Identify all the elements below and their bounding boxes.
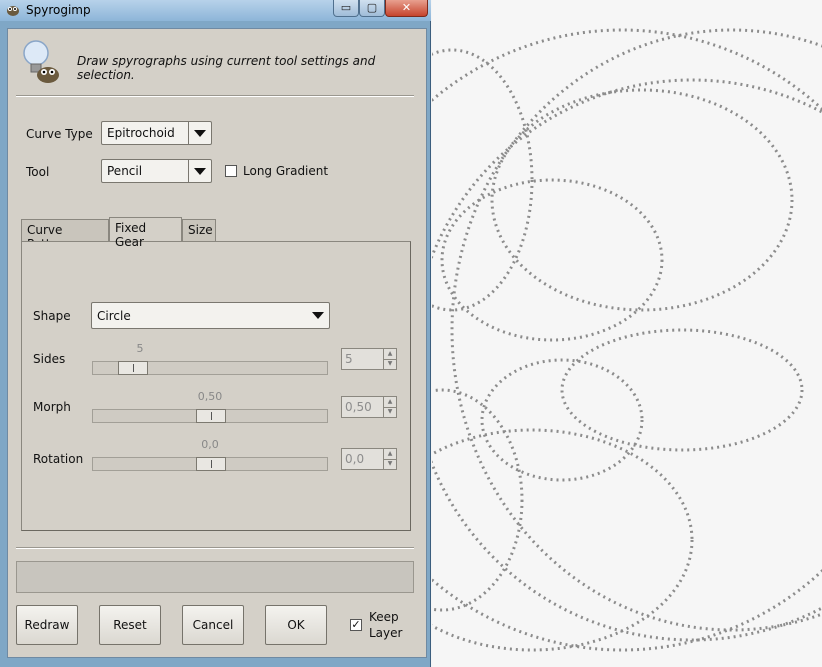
curve-type-dropdown[interactable]: Epitrochoid <box>101 121 212 145</box>
cancel-button[interactable]: Cancel <box>182 605 244 645</box>
keep-layer-label: Keep Layer <box>369 610 403 640</box>
spiro-loop <box>560 328 804 452</box>
spiro-loop <box>432 28 822 652</box>
long-gradient-label: Long Gradient <box>243 164 329 178</box>
sides-label: Sides <box>33 352 66 366</box>
image-canvas[interactable] <box>432 0 822 667</box>
close-button[interactable]: ✕ <box>385 0 428 17</box>
rotation-slider-value: 0,0 <box>201 438 219 451</box>
shape-value: Circle <box>97 309 131 323</box>
dropdown-arrow-icon <box>307 303 329 328</box>
spin-down-icon[interactable]: ▼ <box>383 407 396 417</box>
maximize-button[interactable]: ▢ <box>359 0 385 17</box>
rotation-slider[interactable] <box>92 457 328 471</box>
tool-dropdown[interactable]: Pencil <box>101 159 212 183</box>
spiro-loop <box>490 88 794 312</box>
sides-spinbox[interactable]: 5 ▲ ▼ <box>341 348 397 370</box>
long-gradient-checkbox[interactable] <box>225 165 237 177</box>
rotation-slider-thumb[interactable] <box>196 457 226 471</box>
shape-label: Shape <box>33 309 71 323</box>
sides-spin-value: 5 <box>345 352 353 366</box>
sides-slider[interactable] <box>92 361 328 375</box>
rotation-spinbox[interactable]: 0,0 ▲ ▼ <box>341 448 397 470</box>
window-title: Spyrogimp <box>26 3 91 17</box>
rotation-label: Rotation <box>33 452 84 466</box>
ok-button[interactable]: OK <box>265 605 327 645</box>
plugin-lightbulb-icon <box>23 40 59 83</box>
sides-slider-value: 5 <box>136 342 144 355</box>
maximize-icon: ▢ <box>366 1 378 14</box>
progress-bar <box>16 561 414 593</box>
keep-layer-checkbox[interactable]: ✓ <box>350 619 362 631</box>
fixed-gear-panel: Shape Circle Sides 5 5 ▲ ▼ Morph 0,50 0,… <box>21 241 411 531</box>
dialog-description: Draw spyrographs using current tool sett… <box>77 54 376 82</box>
minimize-icon: ▭ <box>340 1 352 14</box>
tab-label: Fixed Gear <box>115 221 147 249</box>
close-icon: ✕ <box>401 1 412 14</box>
minimize-button[interactable]: ▭ <box>333 0 359 17</box>
sides-slider-thumb[interactable] <box>118 361 148 375</box>
spirograph-drawing <box>432 28 822 652</box>
morph-spin-value: 0,50 <box>345 400 372 414</box>
spyrogimp-dialog: Spyrogimp ▭ ▢ ✕ Draw spyrographs using c… <box>0 0 431 667</box>
spiro-loop <box>432 78 822 642</box>
tab-size[interactable]: Size <box>182 219 216 241</box>
shape-dropdown[interactable]: Circle <box>91 302 330 329</box>
spiro-loop <box>432 388 524 612</box>
spin-down-icon[interactable]: ▼ <box>383 359 396 369</box>
curve-type-value: Epitrochoid <box>107 126 175 140</box>
morph-slider-value: 0,50 <box>197 390 223 403</box>
title-bar[interactable]: Spyrogimp ▭ ▢ ✕ <box>0 0 431 21</box>
footer-separator <box>16 547 414 549</box>
tab-label: Size <box>188 223 213 237</box>
spiro-loop <box>440 178 664 342</box>
morph-slider-thumb[interactable] <box>196 409 226 423</box>
curve-type-label: Curve Type <box>26 127 93 141</box>
dropdown-arrow-icon <box>188 122 211 144</box>
spiro-loop <box>480 358 644 482</box>
tab-bar: Curve Pattern Fixed Gear Size <box>21 217 411 251</box>
tab-fixed-gear[interactable]: Fixed Gear <box>109 217 182 249</box>
tab-curve-pattern[interactable]: Curve Pattern <box>21 219 109 251</box>
reset-button[interactable]: Reset <box>99 605 161 645</box>
gimp-icon <box>7 6 19 16</box>
header-separator <box>16 95 414 97</box>
morph-label: Morph <box>33 400 71 414</box>
tool-value: Pencil <box>107 164 143 178</box>
redraw-button[interactable]: Redraw <box>16 605 78 645</box>
dialog-client-area: Draw spyrographs using current tool sett… <box>7 28 427 658</box>
check-icon: ✓ <box>351 618 361 631</box>
spin-down-icon[interactable]: ▼ <box>383 459 396 469</box>
morph-slider[interactable] <box>92 409 328 423</box>
dropdown-arrow-icon <box>188 160 211 182</box>
morph-spinbox[interactable]: 0,50 ▲ ▼ <box>341 396 397 418</box>
spiro-loop <box>450 28 822 632</box>
tool-label: Tool <box>26 165 50 179</box>
rotation-spin-value: 0,0 <box>345 452 365 466</box>
